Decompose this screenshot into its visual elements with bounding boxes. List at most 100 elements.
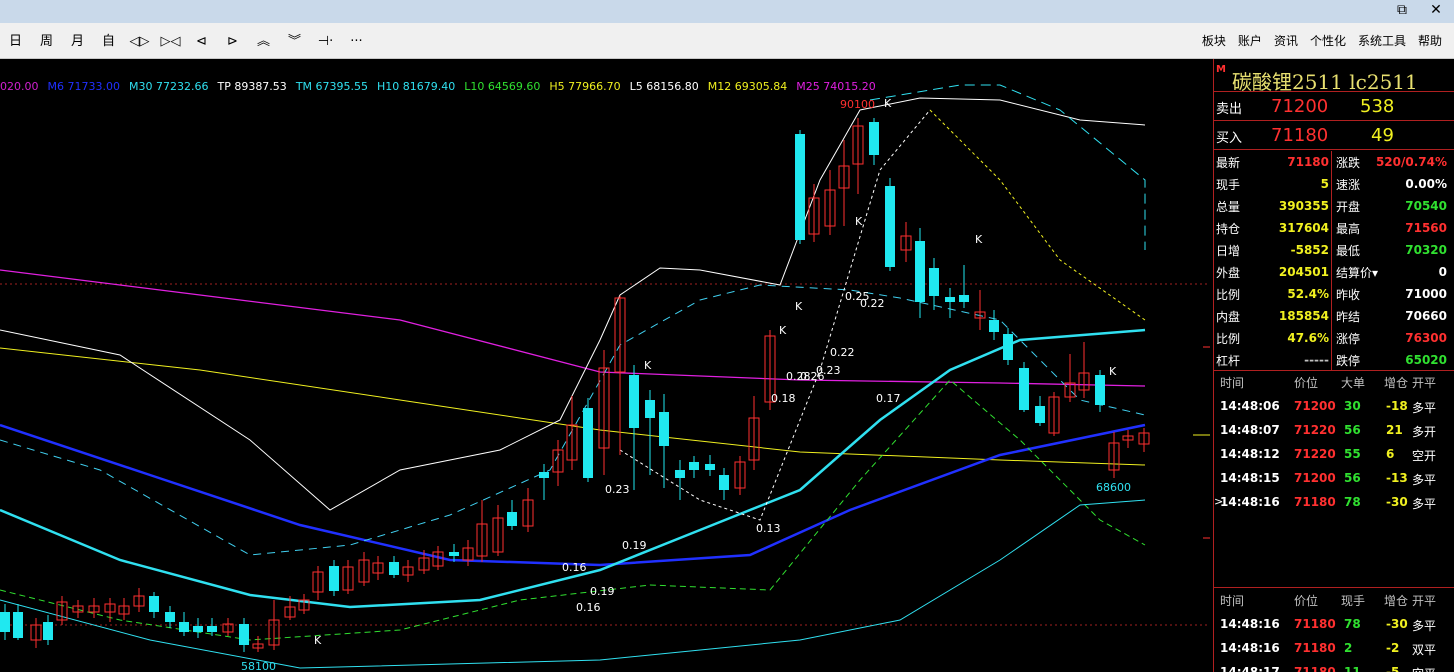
period-custom-button[interactable]: 自	[93, 32, 124, 52]
quote-label: 结算价▾	[1336, 266, 1379, 280]
tick-row[interactable]: 14:48:16 71180 78 -30 多平	[1214, 613, 1454, 635]
quote-label: 杠杆	[1216, 354, 1241, 368]
tick-oi: -30	[1386, 495, 1408, 509]
bid-row: 买入 71180 49	[1214, 124, 1454, 147]
period-month-button[interactable]: 月	[62, 32, 93, 52]
period-week-button[interactable]: 周	[31, 32, 62, 52]
quote-label: 最新	[1216, 156, 1241, 170]
tick-header: 时间 价位 大单 增仓 开平	[1214, 371, 1454, 393]
quote-value: -5852	[1290, 243, 1329, 257]
quote-label: 速涨	[1336, 178, 1361, 192]
candle-body-down	[1019, 368, 1029, 410]
quote-label: 比例	[1216, 332, 1241, 346]
candle-body-down	[43, 622, 53, 640]
scroll-right-icon[interactable]: ⊳	[217, 32, 248, 52]
candle-body-down	[689, 462, 699, 470]
tick-type: 多平	[1412, 401, 1437, 415]
tick-row[interactable]: 14:48:16 71180 78 -30 多平 >	[1214, 491, 1454, 513]
tick-row[interactable]: 14:48:12 71220 55 6 空开	[1214, 443, 1454, 465]
ratio-label: 0.16	[576, 601, 601, 614]
candlestick-chart[interactable]: 90100 58100 68600 K K K K K K K K 0.25 0.22 0.22 0.23 0…	[0, 59, 1210, 672]
quote-label: 昨收	[1336, 288, 1361, 302]
quote-value: 47.6%	[1287, 331, 1329, 345]
more-icon[interactable]: ···	[341, 32, 372, 52]
candle-body-down	[959, 295, 969, 302]
tick-row[interactable]: 14:48:16 71180 2 -2 双平	[1214, 637, 1454, 659]
tick-vol: 11	[1344, 665, 1361, 672]
tick-type: 多平	[1412, 473, 1437, 487]
tick-oi: -5	[1386, 665, 1400, 672]
selection-marker-icon: >	[1214, 495, 1224, 508]
tick-vol: 55	[1344, 447, 1361, 461]
tick-type: 空开	[1412, 449, 1437, 463]
scale-up-icon[interactable]: ︽	[248, 32, 279, 52]
menu-item[interactable]: 板块	[1196, 32, 1232, 50]
quote-row: 比例 47.6% 涨停 76300	[1214, 327, 1454, 349]
k-marker: K	[884, 97, 892, 110]
legend-item: H5 77966.70	[549, 80, 621, 93]
k-marker: K	[779, 324, 787, 337]
quote-value: 520/0.74%	[1375, 155, 1447, 169]
column-header: 现手	[1341, 594, 1366, 608]
menu-item[interactable]: 帮助	[1412, 32, 1448, 50]
cursor-icon[interactable]: ⊣·	[310, 32, 341, 52]
ask-row: 卖出 71200 538	[1214, 95, 1454, 118]
candle-body-down	[583, 408, 593, 478]
quote-row: 外盘 204501 结算价▾ 0	[1214, 261, 1454, 283]
bid-label: 买入	[1216, 131, 1243, 146]
menu-item[interactable]: 资讯	[1268, 32, 1304, 50]
restore-icon: ⧉	[1397, 2, 1407, 18]
quote-value: 0	[1438, 265, 1447, 279]
ratio-label: 0.18	[771, 392, 796, 405]
column-header: 时间	[1220, 376, 1245, 390]
quote-value: 70540	[1405, 199, 1447, 213]
menu-item[interactable]: 个性化	[1304, 32, 1352, 50]
tick-row[interactable]: 14:48:15 71200 56 -13 多平	[1214, 467, 1454, 489]
menu-item[interactable]: 账户	[1232, 32, 1268, 50]
legend-item: M12 69305.84	[707, 80, 788, 93]
period-day-button[interactable]: 日	[0, 32, 31, 52]
tick-vol: 56	[1344, 423, 1361, 437]
ask-price: 71200	[1271, 96, 1329, 117]
toolbar-menus: 板块 账户 资讯 个性化 系统工具 帮助	[1196, 32, 1448, 50]
tick-price: 71180	[1294, 665, 1336, 672]
tick-row[interactable]: 14:48:07 71220 56 21 多开	[1214, 419, 1454, 441]
ratio-label: 0.16	[562, 561, 587, 574]
tick-oi: -18	[1386, 399, 1408, 413]
legend-item: TP 89387.53	[217, 80, 287, 93]
candle-body-down	[929, 268, 939, 296]
legend-item: M6 71733.00	[47, 80, 120, 93]
tick-price: 71220	[1294, 447, 1336, 461]
k-marker: K	[314, 634, 322, 647]
legend-item: TM 67395.55	[295, 80, 369, 93]
menu-item[interactable]: 系统工具	[1352, 32, 1412, 50]
m25-line	[0, 269, 1146, 387]
restore-window-button[interactable]: ⧉	[1383, 2, 1421, 18]
candle-body-down	[1095, 375, 1105, 405]
candle-body-down	[1003, 334, 1013, 360]
scale-down-icon[interactable]: ︾	[279, 32, 310, 52]
quote-row: 现手 5 速涨 0.00%	[1214, 173, 1454, 195]
scroll-left-icon[interactable]: ⊲	[186, 32, 217, 52]
quote-row: 日增 -5852 最低 70320	[1214, 239, 1454, 261]
zoom-out-icon[interactable]: ▷◁	[155, 32, 186, 52]
candle-body-down	[945, 297, 955, 302]
chart-canvas: 901005810068600KKKKKK KK0.250.220.220.230…	[0, 84, 1210, 672]
ratio-label: 0.22	[830, 346, 855, 359]
quote-label: 比例	[1216, 288, 1241, 302]
candle-body-down	[149, 596, 159, 612]
zoom-in-icon[interactable]: ◁▷	[124, 32, 155, 52]
close-window-button[interactable]: ✕	[1417, 2, 1454, 18]
close-icon: ✕	[1430, 2, 1442, 18]
quote-row: 杠杆 ----- 跌停 65020	[1214, 349, 1454, 371]
tick-price: 71180	[1294, 617, 1336, 631]
candle-body-down	[0, 612, 10, 632]
tick-type: 双平	[1412, 643, 1437, 657]
tick-row[interactable]: 14:48:06 71200 30 -18 多平	[1214, 395, 1454, 417]
candle-body-down	[915, 241, 925, 302]
tick-time: 14:48:07	[1220, 423, 1280, 437]
candle-body-down	[193, 626, 203, 632]
tick-row[interactable]: 14:48:17 71180 11 -5 空平	[1214, 661, 1454, 672]
quote-label: 昨结	[1336, 310, 1361, 324]
tick-price: 71180	[1294, 495, 1336, 509]
